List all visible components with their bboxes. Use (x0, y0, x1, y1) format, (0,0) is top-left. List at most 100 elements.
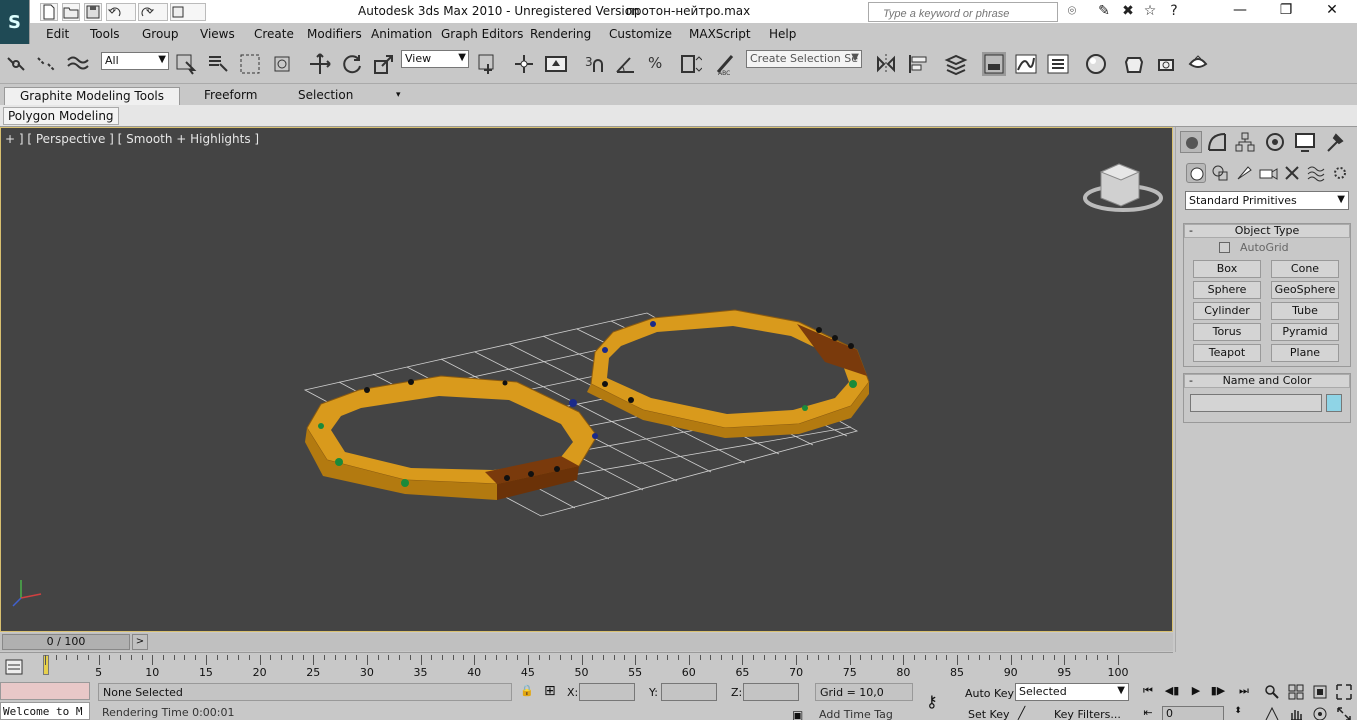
pivot-center-icon[interactable] (476, 52, 500, 76)
current-frame-marker[interactable] (43, 655, 49, 675)
next-frame-button[interactable]: > (132, 634, 148, 650)
move-icon[interactable] (308, 52, 332, 76)
region-select-icon[interactable] (238, 52, 262, 76)
menu-edit[interactable]: Edit (46, 27, 69, 41)
tab-freeform[interactable]: Freeform (196, 87, 265, 105)
selection-filter-dropdown[interactable]: All ▼ (101, 52, 169, 70)
communication-center-icon[interactable]: ✖ (1118, 3, 1138, 21)
helpers-category-icon[interactable] (1282, 163, 1302, 183)
auto-key-button[interactable]: Auto Key (965, 687, 1014, 700)
menu-customize[interactable]: Customize (609, 27, 672, 41)
snaps-toggle-icon[interactable]: 3 (584, 52, 608, 76)
object-color-swatch[interactable] (1326, 394, 1342, 412)
curve-editor-icon[interactable] (1014, 52, 1038, 76)
menu-tools[interactable]: Tools (90, 27, 120, 41)
go-to-end-icon[interactable]: ⏭ (1234, 684, 1254, 700)
menu-help[interactable]: Help (769, 27, 796, 41)
minimize-icon[interactable]: — (1220, 2, 1260, 22)
named-selection-set-dropdown[interactable]: Create Selection Se ▼ (746, 50, 862, 68)
maximize-icon[interactable]: ❐ (1266, 2, 1306, 22)
y-coord-input[interactable] (661, 683, 717, 701)
geometry-category-icon[interactable] (1186, 163, 1206, 183)
window-crossing-icon[interactable] (270, 52, 294, 76)
save-icon[interactable] (84, 3, 102, 21)
menu-graph-editors[interactable]: Graph Editors (441, 27, 523, 41)
menu-maxscript[interactable]: MAXScript (689, 27, 751, 41)
time-tag-icon[interactable]: ▣ (792, 708, 803, 720)
motion-panel-icon[interactable] (1264, 131, 1286, 153)
display-panel-icon[interactable] (1294, 131, 1316, 153)
keyword-search-input[interactable] (868, 2, 1058, 22)
app-logo-icon[interactable]: S (0, 0, 30, 44)
spinner-snap-icon[interactable] (678, 52, 703, 76)
scale-icon[interactable] (372, 52, 396, 76)
percent-snap-icon[interactable]: % (646, 52, 670, 76)
mirror-icon[interactable] (874, 52, 898, 76)
frame-spinner-icon[interactable]: ⬍ (1228, 706, 1248, 720)
menu-modifiers[interactable]: Modifiers (307, 27, 362, 41)
perspective-viewport[interactable]: + ] [ Perspective ] [ Smooth + Highlight… (0, 127, 1173, 632)
align-icon[interactable] (906, 52, 930, 76)
space-warps-category-icon[interactable] (1306, 163, 1326, 183)
go-to-start-icon[interactable]: ⏮ (1138, 684, 1158, 700)
utilities-panel-icon[interactable] (1324, 131, 1346, 153)
binoculars-icon[interactable]: ⌾ (1062, 3, 1082, 21)
help-icon[interactable]: ? (1164, 3, 1184, 21)
selection-lock-icon[interactable]: 🔒 (520, 684, 534, 697)
maxscript-listener-input[interactable] (0, 682, 90, 700)
select-by-name-icon[interactable] (206, 52, 230, 76)
reference-coordinate-dropdown[interactable]: View ▼ (401, 50, 469, 68)
open-file-icon[interactable] (62, 3, 80, 21)
tube-button[interactable]: Tube (1271, 302, 1339, 320)
autogrid-checkbox[interactable] (1219, 242, 1230, 253)
render-setup-icon[interactable] (1122, 52, 1146, 76)
next-frame-icon[interactable]: ▮▶ (1208, 684, 1228, 700)
absolute-mode-icon[interactable]: ⊞ (544, 683, 556, 699)
create-panel-icon[interactable] (1180, 131, 1202, 153)
primitive-category-dropdown[interactable]: Standard Primitives ▼ (1185, 191, 1349, 210)
cone-button[interactable]: Cone (1271, 260, 1339, 278)
tab-selection[interactable]: Selection (290, 87, 361, 105)
close-icon[interactable]: ✕ (1312, 2, 1352, 22)
unlink-selection-icon[interactable] (34, 52, 58, 76)
play-icon[interactable]: ▶ (1186, 684, 1206, 700)
systems-category-icon[interactable] (1330, 163, 1350, 183)
subscription-key-icon[interactable]: ✎ (1094, 3, 1114, 21)
edit-named-selection-icon[interactable]: ABC (714, 52, 738, 77)
undo-icon[interactable] (106, 3, 136, 21)
previous-frame-icon[interactable]: ◀▮ (1162, 684, 1182, 700)
add-time-tag-button[interactable]: Add Time Tag (815, 708, 893, 720)
time-slider-thumb[interactable]: 0 / 100 (2, 634, 130, 650)
menu-animation[interactable]: Animation (371, 27, 432, 41)
default-tangent-icon[interactable]: ╱ (1018, 706, 1025, 720)
select-and-link-icon[interactable] (4, 52, 28, 76)
quick-render-icon[interactable] (1186, 52, 1210, 76)
lights-category-icon[interactable] (1234, 163, 1254, 183)
maxscript-listener-output[interactable]: Welcome to M (0, 702, 90, 720)
hierarchy-panel-icon[interactable] (1234, 131, 1256, 153)
shapes-category-icon[interactable] (1210, 163, 1230, 183)
key-filters-button[interactable]: Key Filters... (1054, 708, 1121, 720)
viewcube-icon[interactable] (1083, 163, 1163, 212)
box-button[interactable]: Box (1193, 260, 1261, 278)
zoom-extents-icon[interactable] (1312, 684, 1330, 700)
menu-rendering[interactable]: Rendering (530, 27, 591, 41)
graphite-toggle-icon[interactable] (982, 52, 1006, 76)
select-and-manipulate-icon[interactable] (512, 52, 536, 76)
mini-curve-editor-icon[interactable] (4, 657, 24, 677)
field-of-view-icon[interactable] (1264, 706, 1282, 720)
orbit-icon[interactable] (1312, 706, 1330, 720)
key-mode-icon[interactable]: ⇤ (1138, 706, 1158, 720)
zoom-extents-all-icon[interactable] (1336, 684, 1354, 700)
zoom-icon[interactable] (1264, 684, 1282, 700)
name-and-color-header[interactable]: - Name and Color (1184, 374, 1350, 388)
current-frame-input[interactable]: 0 (1162, 706, 1224, 720)
z-coord-input[interactable] (743, 683, 799, 701)
x-coord-input[interactable] (579, 683, 635, 701)
menu-views[interactable]: Views (200, 27, 235, 41)
key-selection-dropdown[interactable]: Selected ▼ (1015, 683, 1129, 701)
rotate-icon[interactable] (340, 52, 364, 76)
keyboard-shortcut-toggle-icon[interactable] (544, 52, 568, 76)
tab-graphite-modeling-tools[interactable]: Graphite Modeling Tools (4, 87, 180, 105)
maximize-viewport-icon[interactable] (1336, 706, 1354, 720)
